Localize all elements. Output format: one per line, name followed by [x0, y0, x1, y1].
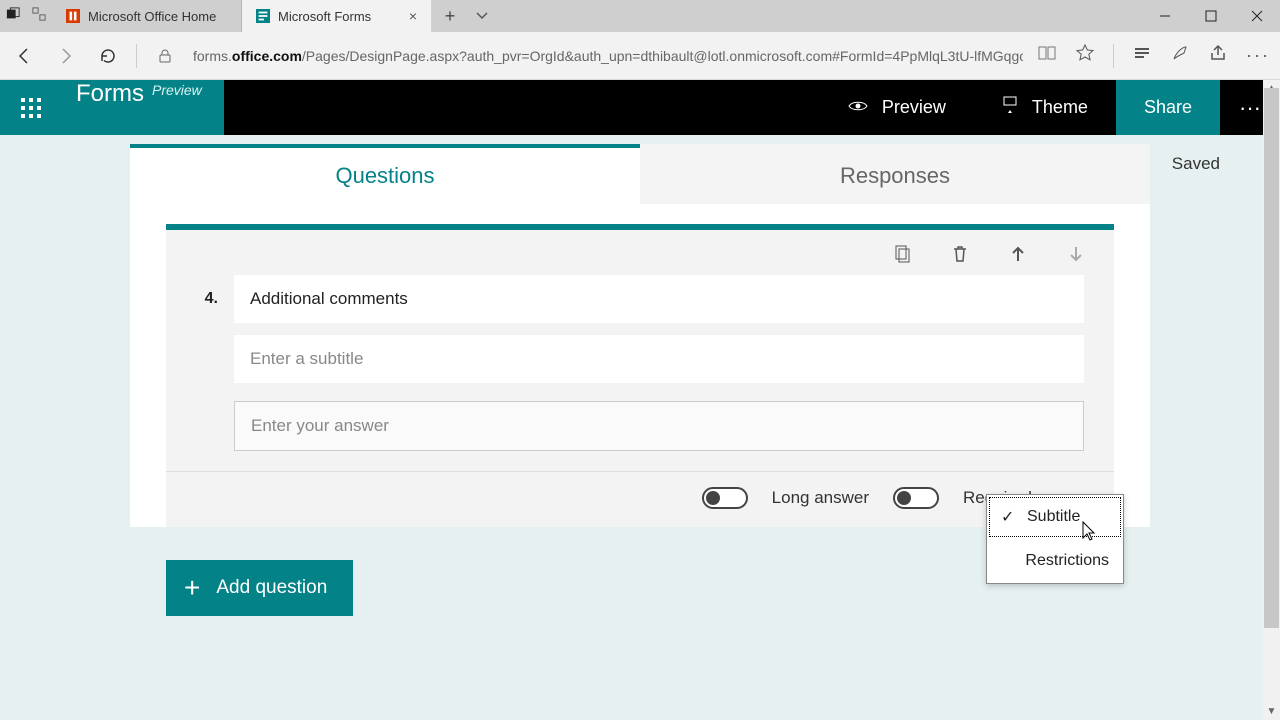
menu-item-restrictions[interactable]: Restrictions	[987, 539, 1123, 583]
office-icon	[66, 9, 80, 23]
copy-question-icon[interactable]	[892, 244, 912, 269]
app-header: Forms Preview Preview Theme Share ···	[0, 80, 1280, 135]
favorite-icon[interactable]	[1075, 43, 1095, 68]
lock-icon[interactable]	[151, 42, 179, 70]
browser-tab-office-home[interactable]: Microsoft Office Home	[52, 0, 242, 32]
waffle-icon	[21, 98, 41, 118]
task-switch-icon[interactable]	[32, 7, 46, 26]
preview-label: Preview	[882, 97, 946, 118]
eye-icon	[848, 97, 868, 118]
add-question-button[interactable]: + Add question	[166, 560, 353, 616]
refresh-button[interactable]	[94, 42, 122, 70]
scrollbar-thumb[interactable]	[1264, 88, 1279, 628]
theme-label: Theme	[1032, 97, 1088, 118]
window-close-button[interactable]	[1234, 0, 1280, 32]
form-panel: Questions Responses 4. Enter your answer…	[130, 144, 1150, 527]
menu-item-subtitle-label: Subtitle	[1027, 508, 1080, 526]
delete-question-icon[interactable]	[950, 244, 970, 269]
theme-button[interactable]: Theme	[974, 80, 1116, 135]
answer-preview: Enter your answer	[234, 401, 1084, 451]
browser-address-bar: forms.office.com/Pages/DesignPage.aspx?a…	[0, 32, 1280, 80]
paint-icon	[1002, 96, 1018, 119]
question-options-menu: ✓ Subtitle Restrictions	[986, 494, 1124, 584]
app-name: Forms	[76, 80, 144, 108]
long-answer-toggle[interactable]	[702, 487, 748, 509]
answer-placeholder-text: Enter your answer	[251, 416, 389, 436]
tab-title: Microsoft Office Home	[88, 9, 216, 24]
new-tab-button[interactable]: +	[432, 0, 468, 32]
share-label: Share	[1144, 97, 1192, 118]
tab-questions-label: Questions	[335, 163, 434, 189]
preview-button[interactable]: Preview	[820, 80, 974, 135]
question-title-input[interactable]	[234, 275, 1084, 323]
forms-logo[interactable]: Forms Preview	[62, 80, 224, 135]
forms-icon	[256, 9, 270, 23]
reading-view-icon[interactable]	[1037, 43, 1057, 68]
notes-icon[interactable]	[1170, 43, 1190, 68]
question-card: 4. Enter your answer Long answer Require…	[166, 224, 1114, 527]
tabs-chevron-down-icon[interactable]	[468, 0, 496, 32]
hub-icon[interactable]	[1132, 43, 1152, 68]
check-icon: ✓	[1001, 507, 1015, 527]
question-subtitle-input[interactable]	[234, 335, 1084, 383]
question-number: 4.	[196, 290, 218, 308]
browser-more-icon[interactable]: ···	[1246, 45, 1270, 66]
tab-responses-label: Responses	[840, 163, 950, 189]
scroll-down-icon[interactable]: ▼	[1263, 703, 1280, 720]
vertical-scrollbar[interactable]: ▲ ▼	[1263, 80, 1280, 720]
tab-title: Microsoft Forms	[278, 9, 371, 24]
add-question-label: Add question	[216, 577, 327, 599]
app-launcher-button[interactable]	[0, 80, 62, 135]
forward-button[interactable]	[52, 42, 80, 70]
close-tab-icon[interactable]: ×	[409, 8, 417, 24]
window-maximize-button[interactable]	[1188, 0, 1234, 32]
menu-item-subtitle[interactable]: ✓ Subtitle	[987, 495, 1123, 539]
tab-questions[interactable]: Questions	[130, 144, 640, 204]
tab-responses[interactable]: Responses	[640, 144, 1150, 204]
window-minimize-button[interactable]	[1142, 0, 1188, 32]
save-status: Saved	[1172, 154, 1220, 174]
move-up-icon[interactable]	[1008, 244, 1028, 269]
browser-tab-forms[interactable]: Microsoft Forms ×	[242, 0, 432, 32]
url-display[interactable]: forms.office.com/Pages/DesignPage.aspx?a…	[193, 48, 1023, 64]
share-button[interactable]: Share	[1116, 80, 1220, 135]
window-titlebar: Microsoft Office Home Microsoft Forms × …	[0, 0, 1280, 32]
app-badge: Preview	[152, 82, 202, 98]
plus-icon: +	[184, 572, 200, 604]
share-page-icon[interactable]	[1208, 43, 1228, 68]
long-answer-label: Long answer	[772, 488, 869, 508]
menu-item-restrictions-label: Restrictions	[1025, 552, 1109, 570]
required-toggle[interactable]	[893, 487, 939, 509]
back-button[interactable]	[10, 42, 38, 70]
move-down-icon[interactable]	[1066, 244, 1086, 269]
task-icon[interactable]	[6, 7, 20, 26]
